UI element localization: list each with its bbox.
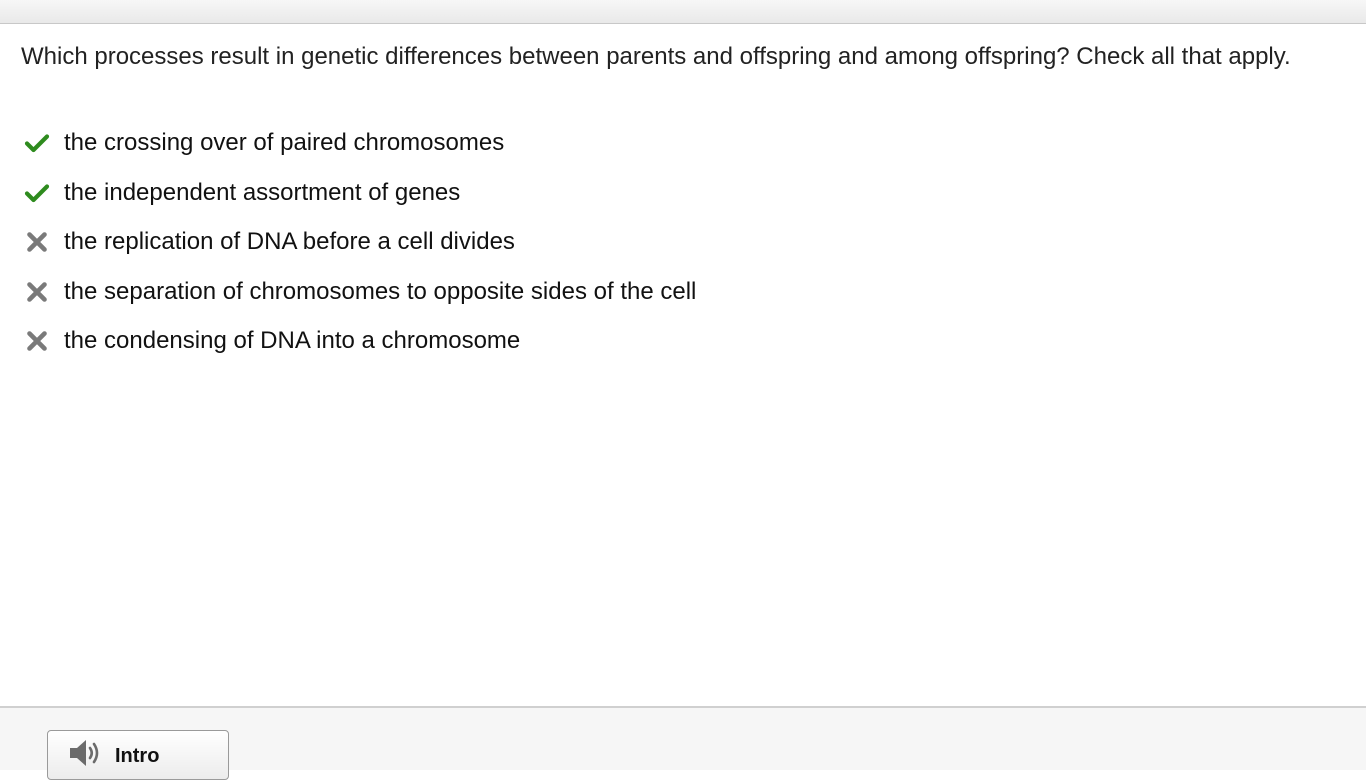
check-icon — [24, 130, 50, 156]
x-icon — [24, 279, 50, 305]
speaker-icon — [68, 737, 104, 769]
question-panel: Which processes result in genetic differ… — [0, 24, 1366, 706]
intro-button-label: Intro — [115, 745, 160, 767]
answer-item-2: the independent assortment of genes — [24, 178, 696, 228]
answer-item-3: the replication of DNA before a cell div… — [24, 227, 696, 277]
answer-list: the crossing over of paired chromosomes … — [24, 128, 696, 376]
answer-text: the separation of chromosomes to opposit… — [64, 277, 697, 305]
question-text: Which processes result in genetic differ… — [21, 43, 1291, 70]
answer-item-5: the condensing of DNA into a chromosome — [24, 326, 696, 376]
check-icon — [24, 180, 50, 206]
x-icon — [24, 229, 50, 255]
answer-item-1: the crossing over of paired chromosomes — [24, 128, 696, 178]
intro-button[interactable]: Intro — [47, 730, 229, 780]
top-bar — [0, 0, 1366, 24]
x-icon — [24, 328, 50, 354]
answer-item-4: the separation of chromosomes to opposit… — [24, 277, 696, 327]
answer-text: the replication of DNA before a cell div… — [64, 228, 515, 255]
answer-text: the crossing over of paired chromosomes — [64, 129, 505, 156]
bottom-toolbar: Intro — [0, 706, 1366, 780]
answer-text: the condensing of DNA into a chromosome — [64, 327, 521, 354]
answer-text: the independent assortment of genes — [64, 178, 461, 206]
